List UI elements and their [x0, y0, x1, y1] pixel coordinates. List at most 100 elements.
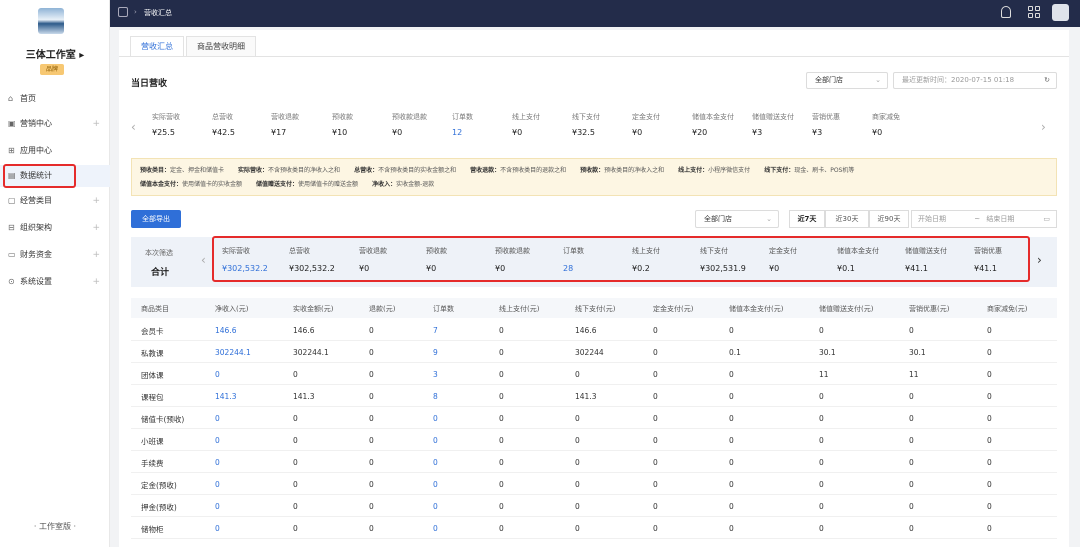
calendar-icon[interactable]: ▭ [1043, 211, 1050, 227]
table-cell: 0 [369, 414, 374, 423]
table-cell: 0 [819, 436, 824, 445]
sidebar-item[interactable]: ⊞ 应用中心 [0, 140, 110, 162]
table-cell: 11 [819, 370, 829, 379]
tab-revenue-summary[interactable]: 营收汇总 [130, 36, 184, 57]
table-cell: 0 [369, 436, 374, 445]
table-row: 手续费 0 0 0 0 0 0 0 0 0 0 0 [131, 451, 1057, 473]
table-cell: 小班课 [141, 437, 164, 446]
sidebar-item[interactable]: ⌂ 首页 [0, 88, 110, 110]
end-date[interactable]: 结束日期 [986, 215, 1014, 223]
store-select-today[interactable]: 全部门店 ⌄ [806, 72, 888, 89]
table-cell: 团体课 [141, 371, 164, 380]
stat-label: 订单数 [452, 113, 473, 121]
home-icon[interactable] [118, 7, 128, 17]
range-90-days[interactable]: 近90天 [869, 210, 909, 228]
table-cell: 0 [909, 502, 914, 511]
range-7-days[interactable]: 近7天 [789, 210, 825, 228]
table-cell[interactable]: 0 [215, 414, 220, 423]
top-header: › 营收汇总 [110, 0, 1080, 27]
chevron-left-icon[interactable]: ‹ [201, 253, 206, 267]
sidebar-item[interactable]: ⊙ 系统设置 + [0, 271, 110, 293]
sidebar-item[interactable]: ▢ 经营类目 + [0, 190, 110, 212]
grid-icon[interactable] [1028, 6, 1040, 18]
avatar[interactable] [1052, 4, 1069, 21]
column-header: 商家减免(元) [987, 305, 1028, 313]
date-range-picker[interactable]: 开始日期 ~ 结束日期 ▭ [911, 210, 1057, 228]
table-cell: 0 [575, 502, 580, 511]
table-cell[interactable]: 3 [433, 370, 438, 379]
stat-label: 线上支付 [512, 113, 540, 121]
column-header: 退款(元) [369, 305, 396, 313]
note-value: 使用储值卡的赠送金额 [298, 181, 359, 188]
table-cell[interactable]: 0 [215, 436, 220, 445]
table-cell[interactable]: 0 [433, 436, 438, 445]
today-stat: 储值本金支付 ¥20 [692, 112, 752, 137]
today-stat: 商家减免 ¥0 [872, 112, 932, 137]
today-stat: 线下支付 ¥32.5 [572, 112, 632, 137]
table-cell[interactable]: 9 [433, 348, 438, 357]
stat-label: 线下支付 [572, 113, 600, 121]
stat-value: ¥42.5 [212, 128, 235, 137]
table-cell[interactable]: 141.3 [215, 392, 236, 401]
table-cell[interactable]: 0 [215, 502, 220, 511]
export-all-button[interactable]: 全部导出 [131, 210, 181, 228]
note-item: 营收退款：不含预收类目的退款之和 [470, 167, 566, 174]
start-date[interactable]: 开始日期 [918, 215, 946, 223]
table-cell: 0 [369, 502, 374, 511]
sidebar-item[interactable]: ▭ 财务资金 + [0, 244, 110, 266]
table-cell: 146.6 [293, 326, 315, 335]
note-value: 现金、刷卡、POS机等 [794, 167, 855, 174]
bell-icon[interactable] [1001, 6, 1011, 18]
table-cell: 146.6 [575, 326, 597, 335]
chevron-left-icon[interactable]: ‹ [131, 120, 136, 134]
table-cell: 0 [499, 348, 504, 357]
refresh-icon[interactable]: ↻ [1044, 73, 1050, 88]
chevron-right-icon[interactable]: › [1041, 120, 1046, 134]
sidebar-item[interactable]: ⊟ 组织架构 + [0, 217, 110, 239]
note-key: 净收入： [372, 181, 397, 188]
table-cell: 0 [987, 414, 992, 423]
table-cell[interactable]: 0 [215, 480, 220, 489]
table-cell: 0 [909, 458, 914, 467]
table-cell: 0 [499, 524, 504, 533]
breadcrumb[interactable]: 营收汇总 [144, 8, 172, 18]
table-cell[interactable]: 146.6 [215, 326, 236, 335]
table-cell: 0 [819, 524, 824, 533]
table-row: 储物柜 0 0 0 0 0 0 0 0 0 0 0 [131, 517, 1057, 539]
sidebar-item[interactable]: ▣ 营销中心 + [0, 113, 110, 135]
sidebar-item-label: 组织架构 [20, 223, 52, 232]
sidebar-item-label: 应用中心 [20, 146, 52, 155]
tab-product-revenue-detail[interactable]: 商品营收明细 [186, 36, 256, 57]
plus-icon: + [92, 250, 100, 260]
table-cell[interactable]: 0 [433, 502, 438, 511]
note-value: 小程序微信支付 [708, 167, 751, 174]
table-cell[interactable]: 302244.1 [215, 348, 251, 357]
table-cell[interactable]: 7 [433, 326, 438, 335]
table-cell: 0 [819, 326, 824, 335]
table-cell: 0 [499, 392, 504, 401]
range-30-days[interactable]: 近30天 [825, 210, 869, 228]
store-select-filter[interactable]: 全部门店 ⌄ [695, 210, 779, 228]
table-cell: 0 [369, 524, 374, 533]
stat-value: ¥17 [271, 128, 287, 137]
note-value: 实收金额-退款 [396, 181, 435, 188]
gear-icon: ⊙ [8, 277, 15, 286]
table-cell[interactable]: 0 [433, 458, 438, 467]
home-icon: ⌂ [8, 94, 14, 103]
table-cell[interactable]: 0 [215, 370, 220, 379]
table-row: 储值卡(预收) 0 0 0 0 0 0 0 0 0 0 0 [131, 407, 1057, 429]
table-cell[interactable]: 0 [215, 524, 220, 533]
table-cell[interactable]: 0 [215, 458, 220, 467]
folder-icon: ▢ [8, 196, 16, 205]
studio-name[interactable]: 三体工作室 ▸ [0, 46, 110, 61]
table-cell[interactable]: 0 [433, 524, 438, 533]
table-cell[interactable]: 0 [433, 414, 438, 423]
sidebar: 三体工作室 ▸ 品牌 ⌂ 首页 ▣ 营销中心 + ⊞ 应用中心 ▤ 数据统计 ▢ 经营类目 + ⊟ 组织架… [0, 0, 110, 547]
table-cell[interactable]: 8 [433, 392, 438, 401]
note-item: 预收类目：定金、押金和储值卡 [140, 167, 224, 174]
stat-value[interactable]: 12 [452, 128, 512, 137]
table-cell: 0 [293, 458, 298, 467]
table-cell[interactable]: 0 [433, 480, 438, 489]
last-updated: 最近更新时间：2020-07-15 01:18 ↻ [893, 72, 1057, 89]
table-cell: 0 [987, 524, 992, 533]
